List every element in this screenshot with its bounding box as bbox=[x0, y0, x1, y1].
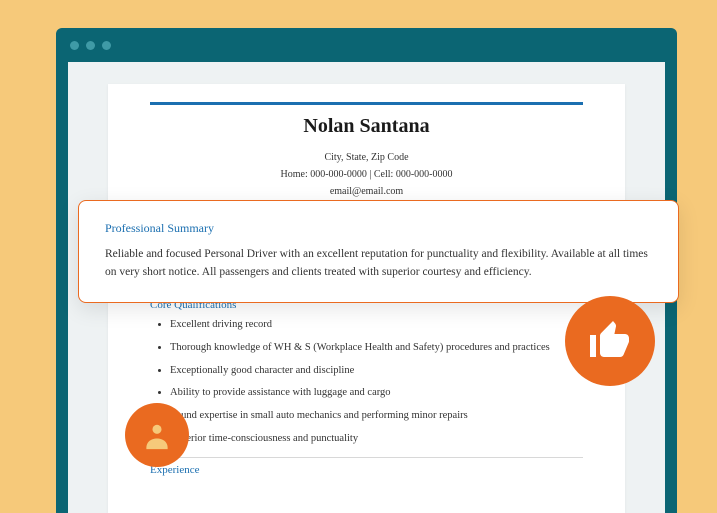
person-icon bbox=[125, 403, 189, 467]
list-item: Thorough knowledge of WH & S (Workplace … bbox=[170, 340, 583, 356]
list-item: Ability to provide assistance with lugga… bbox=[170, 385, 583, 401]
list-item: Excellent driving record bbox=[170, 317, 583, 333]
summary-body: Reliable and focused Personal Driver wit… bbox=[105, 246, 652, 282]
qualifications-list: Excellent driving record Thorough knowle… bbox=[150, 317, 583, 447]
divider bbox=[150, 457, 583, 458]
window-control-icon bbox=[102, 41, 111, 50]
section-title-summary: Professional Summary bbox=[105, 221, 652, 236]
list-item: Exceptionally good character and discipl… bbox=[170, 363, 583, 379]
list-item: Sound expertise in small auto mechanics … bbox=[170, 408, 583, 424]
resume-name: Nolan Santana bbox=[150, 115, 583, 138]
contact-email: email@email.com bbox=[150, 186, 583, 197]
window-control-icon bbox=[86, 41, 95, 50]
window-control-icon bbox=[70, 41, 79, 50]
contact-address: City, State, Zip Code bbox=[150, 152, 583, 163]
decorative-bg bbox=[0, 0, 56, 513]
summary-highlight-card: Professional Summary Reliable and focuse… bbox=[78, 200, 679, 303]
section-title-experience: Experience bbox=[150, 464, 583, 476]
thumbs-up-icon bbox=[565, 296, 655, 386]
list-item: Superior time-consciousness and punctual… bbox=[170, 431, 583, 447]
header-rule bbox=[150, 102, 583, 105]
contact-phones: Home: 000-000-0000 | Cell: 000-000-0000 bbox=[150, 169, 583, 180]
titlebar bbox=[56, 28, 677, 62]
